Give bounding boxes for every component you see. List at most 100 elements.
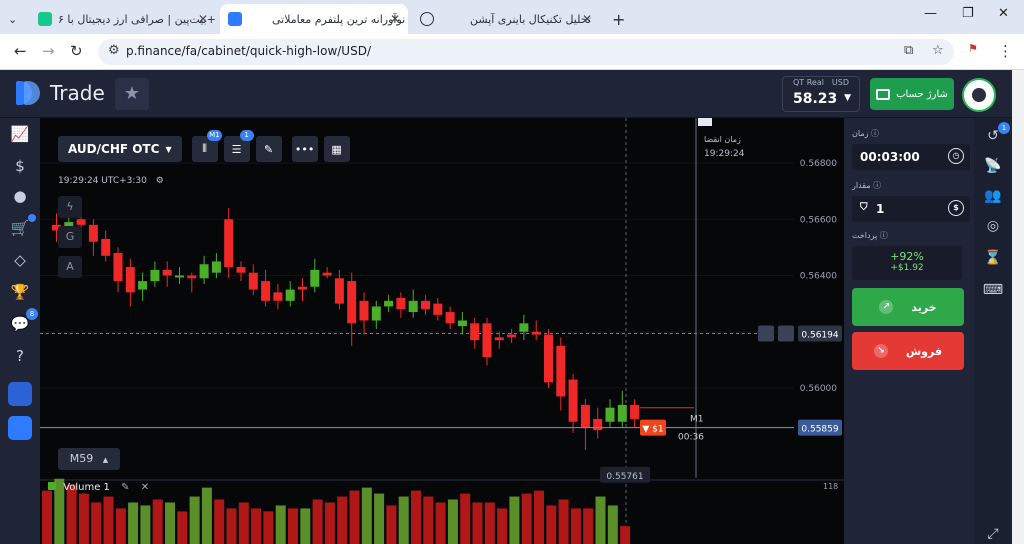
dollar-circle-icon[interactable]: $	[948, 200, 964, 216]
chevron-down-icon: ⌄	[8, 12, 18, 26]
buy-button[interactable]: ↗ خرید	[852, 288, 964, 326]
omnibox[interactable]: ⚙ p.finance/fa/cabinet/quick-high-low/US…	[98, 39, 954, 65]
account-balance-selector[interactable]: QT Real USD 58.23 ▼	[782, 76, 860, 112]
topup-button[interactable]: شارژ حساب	[870, 78, 954, 110]
fullscreen-button[interactable]: ⤢	[974, 522, 1012, 544]
volume-bar	[546, 505, 557, 544]
sell-button[interactable]: ↘ فروش	[852, 332, 964, 370]
volume-bar	[201, 487, 212, 544]
sidebar-item-chat[interactable]: 💬 8	[0, 308, 40, 338]
y-tick-label: 0.56600	[800, 215, 837, 225]
sidebar-item-achievements[interactable]: ◇	[0, 246, 40, 274]
volume-bar	[374, 493, 385, 544]
help-icon[interactable]: ⓘ	[880, 231, 888, 240]
logo[interactable]: Trade	[16, 81, 105, 105]
sidebar-item-trading[interactable]: 📈	[0, 120, 40, 148]
volume-bar	[423, 496, 434, 544]
back-icon[interactable]: ←	[14, 42, 27, 60]
close-tab-icon[interactable]: ✕	[198, 12, 208, 26]
help-icon[interactable]: ⓘ	[871, 129, 879, 138]
sidebar-item-profile[interactable]: ●	[0, 182, 40, 210]
sidebar-item-hourglass[interactable]: ⌛	[974, 246, 1012, 270]
sidebar-item-market[interactable]: 🛒	[0, 214, 40, 242]
amount-label: مقدار ⓘ	[852, 180, 881, 191]
candle-body	[187, 275, 197, 279]
url-text[interactable]: p.finance/fa/cabinet/quick-high-low/USD/	[126, 44, 371, 58]
bitpin-favicon-icon	[38, 12, 52, 26]
indicators-button[interactable]: ☰ 1	[223, 130, 254, 162]
tab-title: نوآورانه ترین پلتفرم معاملاتی	[272, 12, 406, 26]
restore-icon[interactable]: ❐	[962, 6, 974, 21]
volume-bar	[447, 499, 458, 544]
close-window-icon[interactable]: ✕	[998, 6, 1009, 21]
sidebar-item-history[interactable]: ↺ 1	[974, 122, 1012, 148]
volume-bar	[386, 505, 397, 544]
sidebar-item-signals[interactable]: 📡	[974, 154, 1012, 178]
a-tool[interactable]: A	[58, 256, 82, 278]
timezone-text: 19:29:24 UTC+3:30	[58, 176, 147, 186]
g-tool[interactable]: G	[58, 226, 82, 248]
asset-selector[interactable]: AUD/CHF OTC ▼	[58, 136, 182, 162]
clock-icon[interactable]: ◷	[948, 148, 964, 164]
lightning-tool[interactable]: ϟ	[58, 196, 82, 218]
announcements-app-icon[interactable]	[8, 382, 32, 406]
finance-favicon-icon	[228, 12, 242, 26]
close-icon[interactable]: ✕	[141, 482, 149, 493]
sidebar-item-tournaments[interactable]: 🏆	[0, 278, 40, 306]
volume-bar	[460, 493, 471, 544]
amount-field[interactable]: ⛉ 1 $	[852, 196, 970, 222]
layout-button[interactable]: ▦	[323, 136, 350, 162]
volume-bar	[226, 508, 237, 544]
sidebar-item-finance[interactable]: $	[0, 152, 40, 180]
gear-icon[interactable]: ⚙	[156, 176, 164, 186]
new-tab-button[interactable]: +	[604, 4, 626, 34]
forward-icon[interactable]: →	[42, 42, 55, 60]
candle-body	[568, 379, 578, 422]
diamond-icon: ◇	[14, 251, 26, 269]
tab-list-button[interactable]: ⌄	[0, 4, 26, 34]
page-scrollbar[interactable]	[1012, 70, 1024, 544]
volume-bar	[140, 505, 151, 544]
candle-body	[421, 300, 430, 310]
candle-body	[236, 267, 246, 273]
close-tab-icon[interactable]: ✕	[390, 12, 400, 26]
volume-bar	[534, 490, 544, 544]
minimize-icon[interactable]: —	[924, 6, 937, 21]
volume-bar	[152, 499, 163, 544]
timeframe-selector[interactable]: M59 ▲	[58, 448, 120, 470]
reload-icon[interactable]: ↻	[70, 42, 83, 60]
amount-label-text: مقدار	[852, 181, 871, 190]
menu-kebab-icon[interactable]: ⋮	[998, 42, 1013, 60]
volume-max-label: 118	[823, 482, 839, 491]
install-app-icon[interactable]: ⧉	[904, 43, 913, 58]
candle-body	[494, 337, 504, 341]
browser-tab-bitpin[interactable]: بیت‌پین | صرافی ارز دیجیتال با ۶+ ✕	[30, 4, 216, 34]
sidebar-item-social[interactable]: 👥	[974, 184, 1012, 208]
pencil-icon[interactable]: ✎	[121, 482, 129, 493]
sidebar-item-help[interactable]: ?	[0, 342, 40, 370]
sidebar-item-hotkeys[interactable]: ⌨	[974, 278, 1012, 302]
candle-body	[507, 334, 517, 338]
drawing-button[interactable]: ✎	[255, 136, 282, 162]
platform-app-icon[interactable]	[8, 416, 32, 440]
site-info-icon[interactable]: ⚙	[108, 43, 120, 58]
timeframe-mark: M1	[690, 415, 704, 425]
sidebar-item-target[interactable]: ◎	[974, 214, 1012, 238]
trading-chart[interactable]: 0.568000.566000.564000.562000.56000زمان …	[40, 118, 844, 544]
user-avatar[interactable]	[962, 78, 996, 112]
bookmark-star-icon[interactable]: ☆	[932, 43, 944, 58]
browser-tab-analysis[interactable]: تحلیل تکنیکال باینری آپشن ✕	[412, 4, 600, 34]
arrow-down-right-icon: ↘	[873, 344, 888, 358]
extension-icon[interactable]: ⚑	[968, 42, 978, 55]
chart-toolbar: AUD/CHF OTC ▼ ⫴ M1 ☰ 1 ✎ ••• ▦	[58, 130, 350, 162]
time-field[interactable]: 00:03:00 ◷	[852, 144, 970, 170]
countdown-timer: 00:36	[678, 433, 704, 443]
more-button[interactable]: •••	[291, 136, 318, 162]
chart-type-button[interactable]: ⫴ M1	[191, 130, 222, 162]
trade-marker-label: ▼ $1	[642, 425, 663, 435]
close-tab-icon[interactable]: ✕	[582, 12, 592, 26]
favorites-button[interactable]: ★	[115, 78, 149, 110]
help-icon[interactable]: ⓘ	[873, 181, 881, 190]
browser-tab-finance[interactable]: نوآورانه ترین پلتفرم معاملاتی ✕	[220, 4, 408, 34]
users-icon: 👥	[984, 188, 1002, 204]
